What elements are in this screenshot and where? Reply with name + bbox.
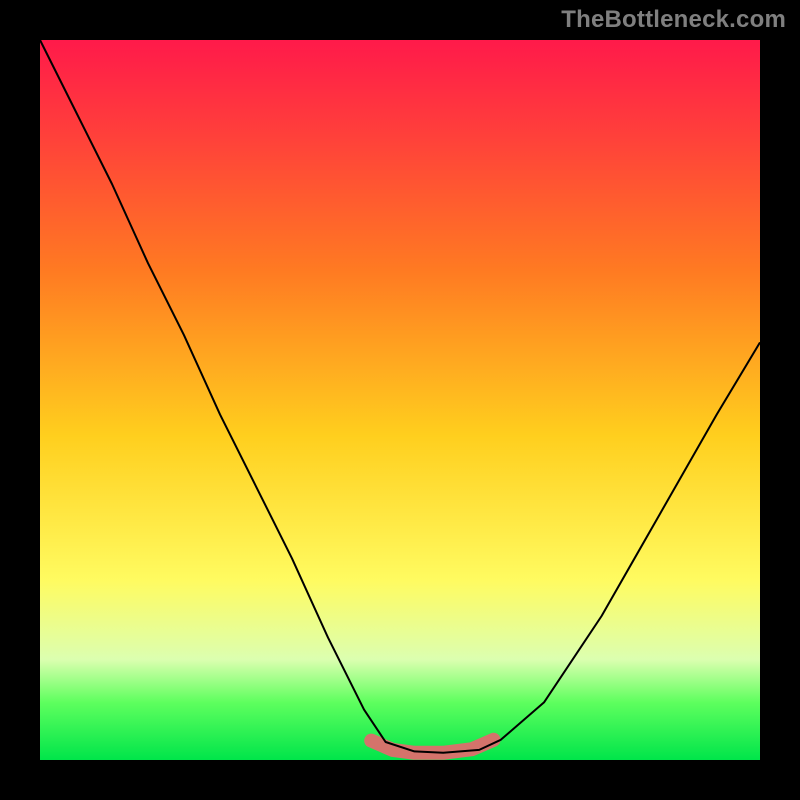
v-curve-path [40, 40, 760, 753]
curve-svg [40, 40, 760, 760]
plot-area [40, 40, 760, 760]
chart-frame: TheBottleneck.com [0, 0, 800, 800]
watermark-text: TheBottleneck.com [561, 6, 786, 34]
